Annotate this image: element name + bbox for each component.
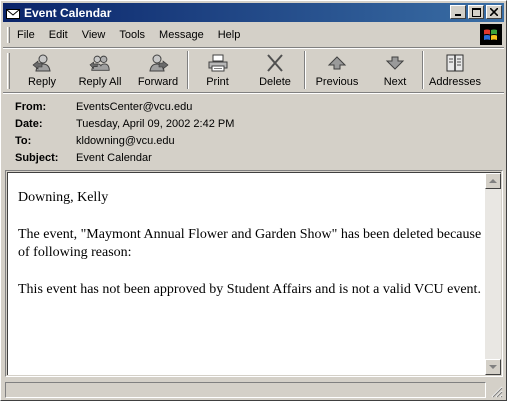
menu-view[interactable]: View bbox=[75, 26, 113, 44]
envelope-icon bbox=[6, 6, 20, 20]
header-subject-row: Subject: Event Calendar bbox=[15, 149, 495, 166]
delete-label: Delete bbox=[259, 76, 291, 88]
reply-all-label: Reply All bbox=[78, 76, 122, 88]
message-paragraph-2: This event has not been approved by Stud… bbox=[18, 282, 481, 297]
date-value: Tuesday, April 09, 2002 2:42 PM bbox=[76, 117, 235, 130]
toolbar: Reply Reply All Forward Print Delete Pre… bbox=[3, 50, 504, 92]
message-headers: From: EventsCenter@vcu.edu Date: Tuesday… bbox=[15, 98, 495, 166]
printer-icon bbox=[207, 53, 229, 73]
from-value: EventsCenter@vcu.edu bbox=[76, 100, 193, 113]
forward-label: Forward bbox=[137, 76, 179, 88]
vertical-scrollbar[interactable] bbox=[485, 173, 501, 375]
scroll-up-button[interactable] bbox=[485, 173, 501, 189]
close-icon bbox=[490, 8, 498, 16]
addresses-label: Addresses bbox=[429, 76, 481, 88]
subject-value: Event Calendar bbox=[76, 151, 152, 164]
title-bar[interactable]: Event Calendar bbox=[3, 3, 504, 22]
menu-tools[interactable]: Tools bbox=[112, 26, 152, 44]
header-to-row: To: kldowning@vcu.edu bbox=[15, 132, 495, 149]
menu-bar: File Edit View Tools Message Help bbox=[3, 24, 504, 46]
scroll-down-button[interactable] bbox=[485, 359, 501, 375]
addresses-button[interactable]: Addresses bbox=[424, 50, 486, 90]
message-body-frame: Downing, Kelly The event, "Maymont Annua… bbox=[5, 170, 503, 377]
scroll-up-arrow-icon bbox=[489, 178, 497, 183]
previous-button[interactable]: Previous bbox=[306, 50, 368, 90]
resize-grip-icon[interactable] bbox=[491, 386, 503, 398]
delete-button[interactable]: Delete bbox=[246, 50, 304, 90]
header-date-row: Date: Tuesday, April 09, 2002 2:42 PM bbox=[15, 115, 495, 132]
message-body[interactable]: Downing, Kelly The event, "Maymont Annua… bbox=[7, 172, 501, 375]
window-title: Event Calendar bbox=[24, 5, 112, 20]
toolbar-grip[interactable] bbox=[7, 53, 10, 89]
forward-button[interactable]: Forward bbox=[129, 50, 187, 90]
status-bar bbox=[3, 381, 504, 399]
message-paragraph-1: The event, "Maymont Annual Flower and Ga… bbox=[18, 227, 482, 260]
print-button[interactable]: Print bbox=[189, 50, 246, 90]
next-label: Next bbox=[383, 76, 407, 88]
down-arrow-icon bbox=[384, 53, 406, 73]
to-label: To: bbox=[15, 134, 32, 147]
delete-icon bbox=[264, 53, 286, 73]
menu-file[interactable]: File bbox=[10, 26, 42, 44]
toolbar-bottom-separator bbox=[3, 92, 504, 94]
subject-label: Subject: bbox=[15, 151, 59, 164]
menu-help[interactable]: Help bbox=[211, 26, 248, 44]
from-label: From: bbox=[15, 100, 47, 113]
message-text: Downing, Kelly The event, "Maymont Annua… bbox=[18, 189, 483, 318]
previous-label: Previous bbox=[315, 76, 359, 88]
reply-all-button[interactable]: Reply All bbox=[71, 50, 129, 90]
up-arrow-icon bbox=[326, 53, 348, 73]
header-from-row: From: EventsCenter@vcu.edu bbox=[15, 98, 495, 115]
windows-logo-icon bbox=[480, 24, 502, 45]
forward-icon bbox=[147, 53, 169, 73]
maximize-icon bbox=[471, 7, 481, 17]
minimize-icon bbox=[455, 14, 461, 16]
to-value: kldowning@vcu.edu bbox=[76, 134, 175, 147]
menu-separator bbox=[3, 47, 504, 49]
email-window: Event Calendar File Edit View Tools Mess… bbox=[0, 0, 507, 401]
menu-message[interactable]: Message bbox=[152, 26, 211, 44]
next-button[interactable]: Next bbox=[368, 50, 422, 90]
minimize-button[interactable] bbox=[450, 5, 466, 19]
menu-edit[interactable]: Edit bbox=[42, 26, 75, 44]
date-label: Date: bbox=[15, 117, 43, 130]
reply-icon bbox=[31, 53, 53, 73]
scroll-down-arrow-icon bbox=[489, 364, 497, 369]
message-greeting: Downing, Kelly bbox=[18, 190, 109, 205]
address-book-icon bbox=[444, 53, 466, 73]
reply-all-icon bbox=[89, 53, 111, 73]
status-panel bbox=[5, 382, 486, 398]
print-label: Print bbox=[206, 76, 229, 88]
maximize-button[interactable] bbox=[468, 5, 484, 19]
reply-label: Reply bbox=[27, 76, 57, 88]
reply-button[interactable]: Reply bbox=[13, 50, 71, 90]
close-button[interactable] bbox=[486, 5, 502, 19]
